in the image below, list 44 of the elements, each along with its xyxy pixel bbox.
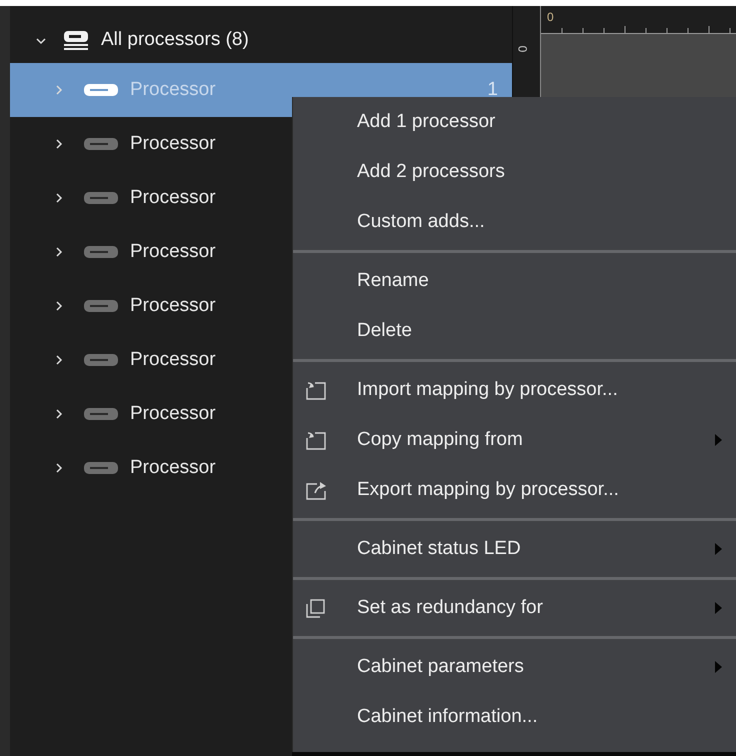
chevron-right-icon[interactable] <box>54 355 64 365</box>
tree-item-label: Processor <box>130 402 216 426</box>
import-icon <box>305 430 327 450</box>
chevron-right-icon[interactable] <box>54 463 64 473</box>
ruler-label: 0 <box>514 46 530 52</box>
tree-item-label: Processor <box>130 132 216 156</box>
menu-item[interactable]: Custom adds... <box>293 197 736 247</box>
menu-item[interactable]: Set as redundancy for <box>293 583 736 633</box>
device-icon <box>84 84 118 96</box>
chevron-right-icon[interactable] <box>54 409 64 419</box>
ruler-label: 0 <box>547 9 554 26</box>
export-icon <box>305 480 327 500</box>
menu-item[interactable]: Cabinet parameters <box>293 642 736 692</box>
chevron-right-icon[interactable] <box>54 139 64 149</box>
tree-item-label: Processor <box>130 456 216 480</box>
copy-icon <box>305 598 327 618</box>
menu-item[interactable]: Delete <box>293 306 736 356</box>
menu-item[interactable]: Add 2 processors <box>293 147 736 197</box>
device-icon <box>84 462 118 474</box>
menu-item[interactable]: Export mapping by processor... <box>293 465 736 515</box>
tree-item-label: Processor <box>130 294 216 318</box>
menu-item[interactable]: Cabinet status LED <box>293 524 736 574</box>
import-icon <box>305 380 327 400</box>
device-icon <box>84 192 118 204</box>
chevron-down-icon[interactable] <box>36 36 46 46</box>
device-icon <box>84 246 118 258</box>
menu-item[interactable]: Import mapping by processor... <box>293 365 736 415</box>
menu-item[interactable]: Copy mapping from <box>293 415 736 465</box>
tree-item-label: Processor <box>130 78 216 102</box>
tree-item-label: Processor <box>130 240 216 264</box>
device-icon <box>84 408 118 420</box>
tree-item-label: Processor <box>130 186 216 210</box>
tree-item-label: Processor <box>130 348 216 372</box>
device-icon <box>84 300 118 312</box>
server-icon <box>63 30 89 52</box>
device-icon <box>84 138 118 150</box>
chevron-right-icon[interactable] <box>54 247 64 257</box>
device-icon <box>84 354 118 366</box>
menu-item[interactable]: Cabinet information... <box>293 692 736 742</box>
menu-item[interactable]: Rename <box>293 256 736 306</box>
tree-header[interactable]: All processors (8) <box>10 18 512 63</box>
tree-header-label: All processors (8) <box>101 28 249 52</box>
chevron-right-icon[interactable] <box>54 301 64 311</box>
chevron-right-icon[interactable] <box>54 193 64 203</box>
